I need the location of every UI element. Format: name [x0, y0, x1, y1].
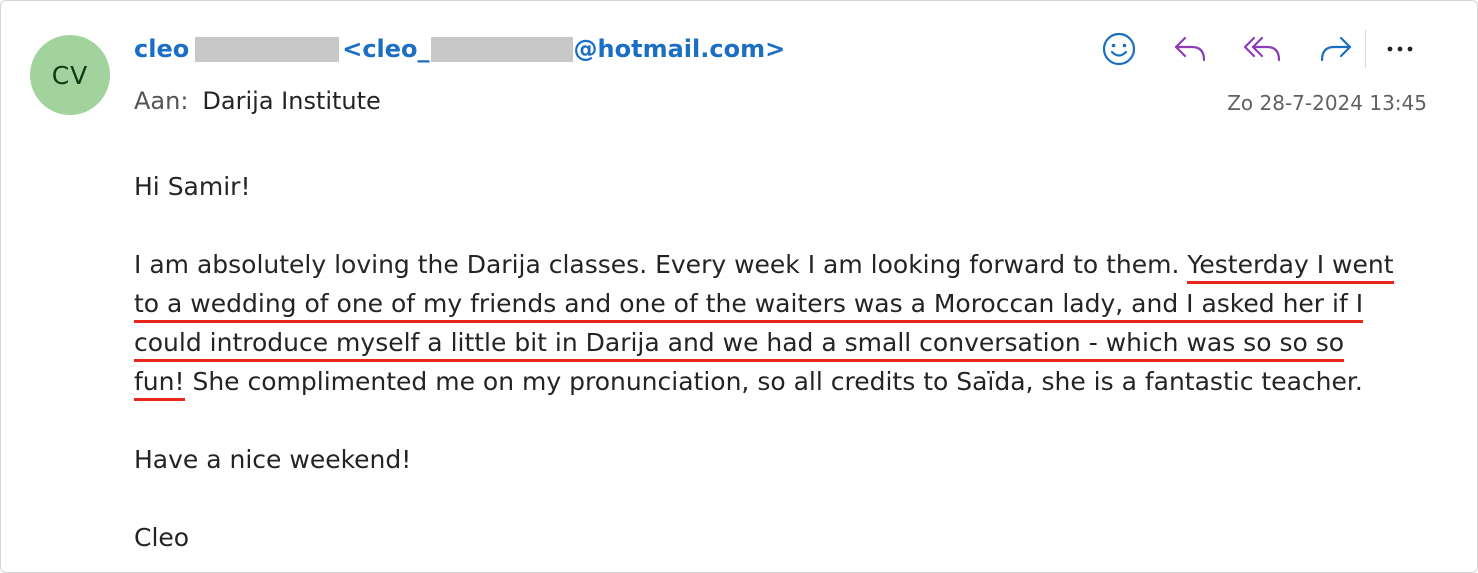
signature: Cleo — [134, 523, 190, 552]
recipient-line: Aan: Darija Institute — [134, 87, 381, 115]
sent-date: Zo 28-7-2024 13:45 — [1227, 91, 1427, 115]
sender-email-suffix[interactable]: @hotmail.com> — [574, 35, 786, 63]
forward-icon[interactable] — [1313, 27, 1357, 71]
more-icon[interactable] — [1378, 27, 1422, 71]
underlined-text: Yesterday I went — [1187, 250, 1394, 284]
sender-email-prefix[interactable]: <cleo_ — [342, 35, 429, 63]
main-paragraph: I am absolutely loving the Darija classe… — [134, 245, 1454, 401]
avatar[interactable]: CV — [30, 35, 110, 115]
underlined-text: to a wedding of one of my friends and on… — [134, 289, 1364, 323]
to-label: Aan: — [134, 87, 189, 115]
paragraph-text: She complimented me on my pronunciation,… — [184, 367, 1363, 396]
paragraph-text: I am absolutely loving the Darija classe… — [134, 250, 1188, 279]
smiley-icon[interactable] — [1097, 27, 1141, 71]
sender-name[interactable]: cleo — [134, 35, 189, 63]
to-recipient[interactable]: Darija Institute — [202, 87, 380, 115]
redacted-email — [430, 36, 573, 62]
sender[interactable]: cleo <cleo_ @hotmail.com> — [134, 33, 785, 65]
email-reading-pane: CV cleo <cleo_ @hotmail.com> Aan: Darija… — [0, 0, 1478, 573]
avatar-initials: CV — [51, 60, 89, 90]
redacted-surname — [195, 36, 340, 62]
reply-all-icon[interactable] — [1241, 27, 1285, 71]
greeting: Hi Samir! — [134, 172, 251, 201]
closing: Have a nice weekend! — [134, 445, 412, 474]
underlined-text: fun! — [134, 367, 185, 401]
toolbar-divider — [1365, 30, 1366, 68]
message-body: Hi Samir! I am absolutely loving the Dar… — [134, 167, 1454, 557]
message-actions-toolbar — [1097, 27, 1422, 71]
underlined-text: could introduce myself a little bit in D… — [134, 328, 1345, 362]
reply-icon[interactable] — [1169, 27, 1213, 71]
